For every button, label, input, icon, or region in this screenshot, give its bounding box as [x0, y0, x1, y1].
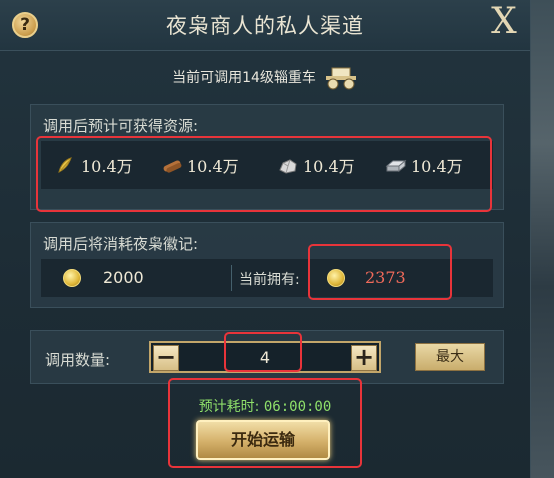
- dialog-title: 夜枭商人的私人渠道: [166, 14, 364, 38]
- cost-section: 调用后将消耗夜枭徽记: 2000 当前拥有: 2373: [30, 222, 504, 308]
- eta-row: 预计耗时: 06:00:00: [0, 396, 530, 416]
- resource-stone: 10.4万: [277, 153, 355, 177]
- resource-value: 10.4万: [187, 157, 239, 176]
- resource-value: 10.4万: [411, 157, 463, 176]
- background-scene: [528, 0, 554, 478]
- grain-icon: [58, 157, 72, 173]
- iron-icon: [385, 159, 407, 173]
- resource-wood: 10.4万: [161, 153, 239, 177]
- resources-strip: 10.4万 10.4万 10.4万 10.4万: [41, 141, 493, 189]
- resources-section: 调用后预计可获得资源: 10.4万 10.4万 10.4万 10.4万: [30, 104, 504, 210]
- owl-badge-icon: [63, 269, 81, 287]
- quantity-section: 调用数量: − 4 + 最大: [30, 330, 504, 384]
- owned-label: 当前拥有:: [239, 272, 300, 288]
- cost-strip: 2000 当前拥有: 2373: [41, 259, 493, 297]
- owned-value: 2373: [365, 268, 406, 287]
- max-button[interactable]: 最大: [415, 343, 485, 371]
- quantity-stepper: − 4 +: [149, 341, 381, 373]
- stone-icon: [279, 159, 297, 174]
- resource-iron: 10.4万: [385, 153, 463, 177]
- quantity-label: 调用数量:: [45, 351, 111, 369]
- cost-amount: 2000: [103, 268, 144, 287]
- resource-value: 10.4万: [81, 157, 133, 176]
- eta-label: 预计耗时:: [198, 399, 260, 415]
- increase-button[interactable]: +: [351, 345, 377, 371]
- resources-label: 调用后预计可获得资源:: [43, 117, 199, 135]
- close-button[interactable]: X: [484, 2, 524, 42]
- title-bar: ? 夜枭商人的私人渠道 X: [0, 0, 530, 51]
- dialog-panel: ? 夜枭商人的私人渠道 X 当前可调用14级辎重车 调用后预计可获得资源: 10…: [0, 0, 531, 478]
- start-transport-button[interactable]: 开始运输: [196, 420, 330, 460]
- wagon-level-text: 当前可调用14级辎重车: [172, 70, 316, 86]
- resource-grain: 10.4万: [55, 153, 133, 177]
- divider: [231, 265, 232, 291]
- resource-value: 10.4万: [303, 157, 355, 176]
- eta-value: 06:00:00: [263, 399, 332, 415]
- cost-label: 调用后将消耗夜枭徽记:: [43, 235, 199, 253]
- owl-badge-icon: [327, 269, 345, 287]
- wagon-icon: [325, 67, 356, 90]
- wagon-info: 当前可调用14级辎重车: [0, 62, 530, 92]
- quantity-value[interactable]: 4: [151, 348, 379, 367]
- wood-icon: [163, 160, 182, 173]
